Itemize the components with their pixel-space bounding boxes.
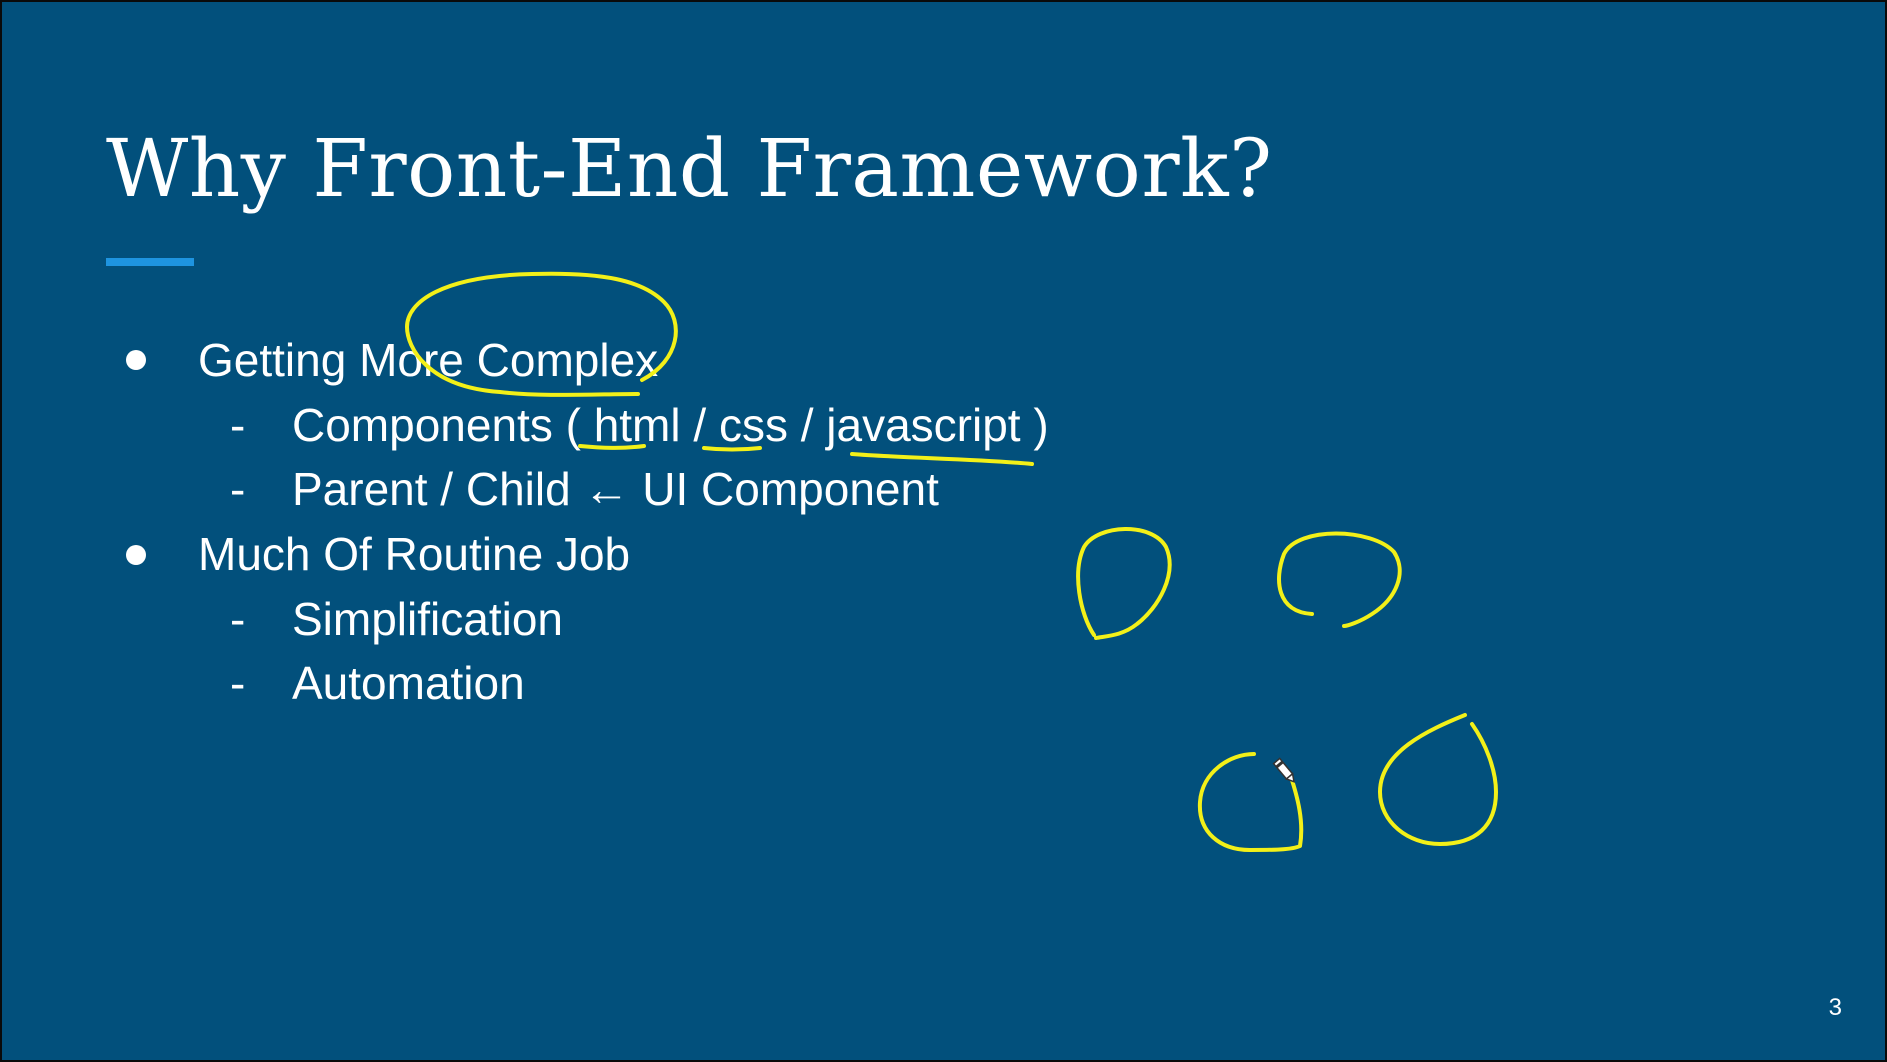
presentation-slide: Why Front-End Framework? Getting More Co…	[2, 2, 1885, 1060]
sub-bullet-marker: -	[230, 593, 246, 645]
sub-item-automation: Automation	[292, 657, 525, 709]
sub-bullet-marker: -	[230, 399, 246, 451]
sub-item-simplification: Simplification	[292, 593, 563, 645]
slide-content: Getting More Complex - Components ( html…	[2, 2, 1885, 1060]
sub-bullet-marker: -	[230, 657, 246, 709]
bullet-dot-icon	[126, 350, 146, 370]
sub-item-components: Components ( html / css / javascript )	[292, 399, 1049, 451]
sub-item-parent-child: Parent / Child ← UI Component	[292, 463, 939, 515]
slide-page-number: 3	[1828, 994, 1842, 1021]
bullet-item-getting-more-complex: Getting More Complex	[198, 334, 659, 386]
bullet-item-routine-job: Much Of Routine Job	[198, 528, 631, 580]
bullet-dot-icon	[126, 545, 146, 565]
pen-cursor-icon	[1272, 757, 1295, 783]
sub-bullet-marker: -	[230, 463, 246, 515]
